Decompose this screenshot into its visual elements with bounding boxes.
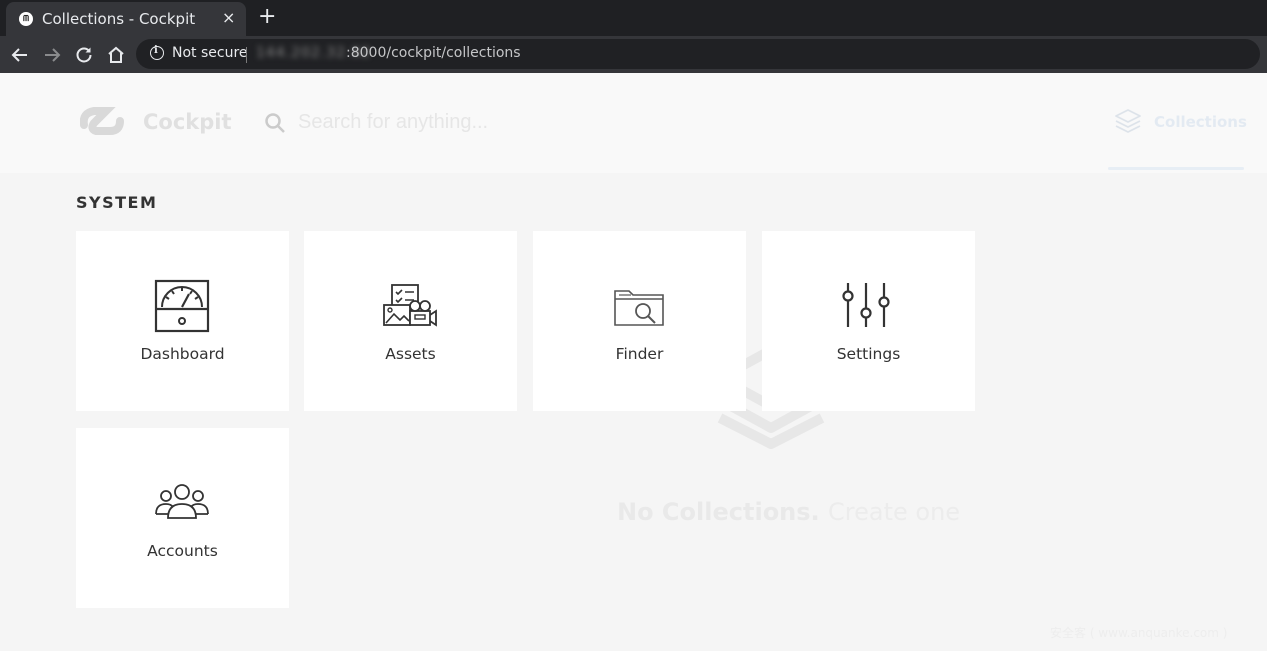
url-path: :8000/cockpit/collections bbox=[346, 45, 521, 61]
tab-title: Collections - Cockpit bbox=[42, 10, 196, 28]
forward-arrow-icon[interactable] bbox=[42, 45, 62, 65]
layers-icon bbox=[1115, 109, 1141, 133]
cockpit-favicon-icon: ᗰ bbox=[19, 12, 33, 26]
back-arrow-icon[interactable] bbox=[10, 45, 30, 65]
tab-close-icon[interactable]: × bbox=[222, 8, 235, 27]
info-icon[interactable] bbox=[150, 45, 164, 60]
tile-finder[interactable]: Finder bbox=[533, 231, 746, 411]
finder-folder-search-icon bbox=[614, 290, 664, 326]
tile-dashboard[interactable]: Dashboard bbox=[76, 231, 289, 411]
empty-state-message: No Collections. Create one bbox=[617, 498, 960, 526]
cockpit-logo-icon[interactable] bbox=[80, 105, 126, 141]
active-nav-indicator bbox=[1108, 167, 1244, 170]
tile-label: Finder bbox=[615, 345, 664, 363]
reload-icon[interactable] bbox=[74, 45, 94, 65]
tile-label: Dashboard bbox=[140, 345, 225, 363]
url-divider bbox=[246, 47, 247, 63]
settings-sliders-icon bbox=[842, 283, 890, 327]
assets-media-icon bbox=[383, 284, 437, 327]
tile-accounts[interactable]: Accounts bbox=[76, 428, 289, 608]
search-icon bbox=[265, 113, 285, 133]
empty-state-text: No Collections. bbox=[617, 498, 820, 526]
address-bar[interactable]: Not secure 144.202.32.92 :8000/cockpit/c… bbox=[136, 39, 1260, 69]
tile-label: Accounts bbox=[147, 542, 218, 560]
watermark: 安全客 ( www.anquanke.com ) bbox=[1050, 626, 1228, 640]
tile-label: Settings bbox=[836, 345, 901, 363]
browser-tab-bar: ᗰ Collections - Cockpit × + bbox=[0, 0, 1267, 36]
browser-tab[interactable]: ᗰ Collections - Cockpit × bbox=[6, 2, 246, 36]
tile-settings[interactable]: Settings bbox=[762, 231, 975, 411]
tile-label: Assets bbox=[385, 345, 436, 363]
app-header: Cockpit Collections bbox=[0, 73, 1267, 173]
section-title: SYSTEM bbox=[76, 193, 158, 212]
brand-name[interactable]: Cockpit bbox=[143, 110, 232, 134]
nav-collections-label: Collections bbox=[1154, 113, 1247, 131]
browser-toolbar: Not secure 144.202.32.92 :8000/cockpit/c… bbox=[0, 36, 1267, 73]
accounts-users-icon bbox=[155, 484, 209, 519]
tile-assets[interactable]: Assets bbox=[304, 231, 517, 411]
new-tab-icon[interactable]: + bbox=[258, 5, 276, 29]
dashboard-gauge-icon bbox=[154, 279, 210, 333]
security-status[interactable]: Not secure bbox=[172, 45, 248, 61]
nav-collections[interactable]: Collections bbox=[1108, 103, 1247, 170]
search-input[interactable] bbox=[298, 107, 698, 137]
create-collection-link[interactable]: Create one bbox=[828, 498, 960, 526]
home-icon[interactable] bbox=[106, 45, 126, 65]
